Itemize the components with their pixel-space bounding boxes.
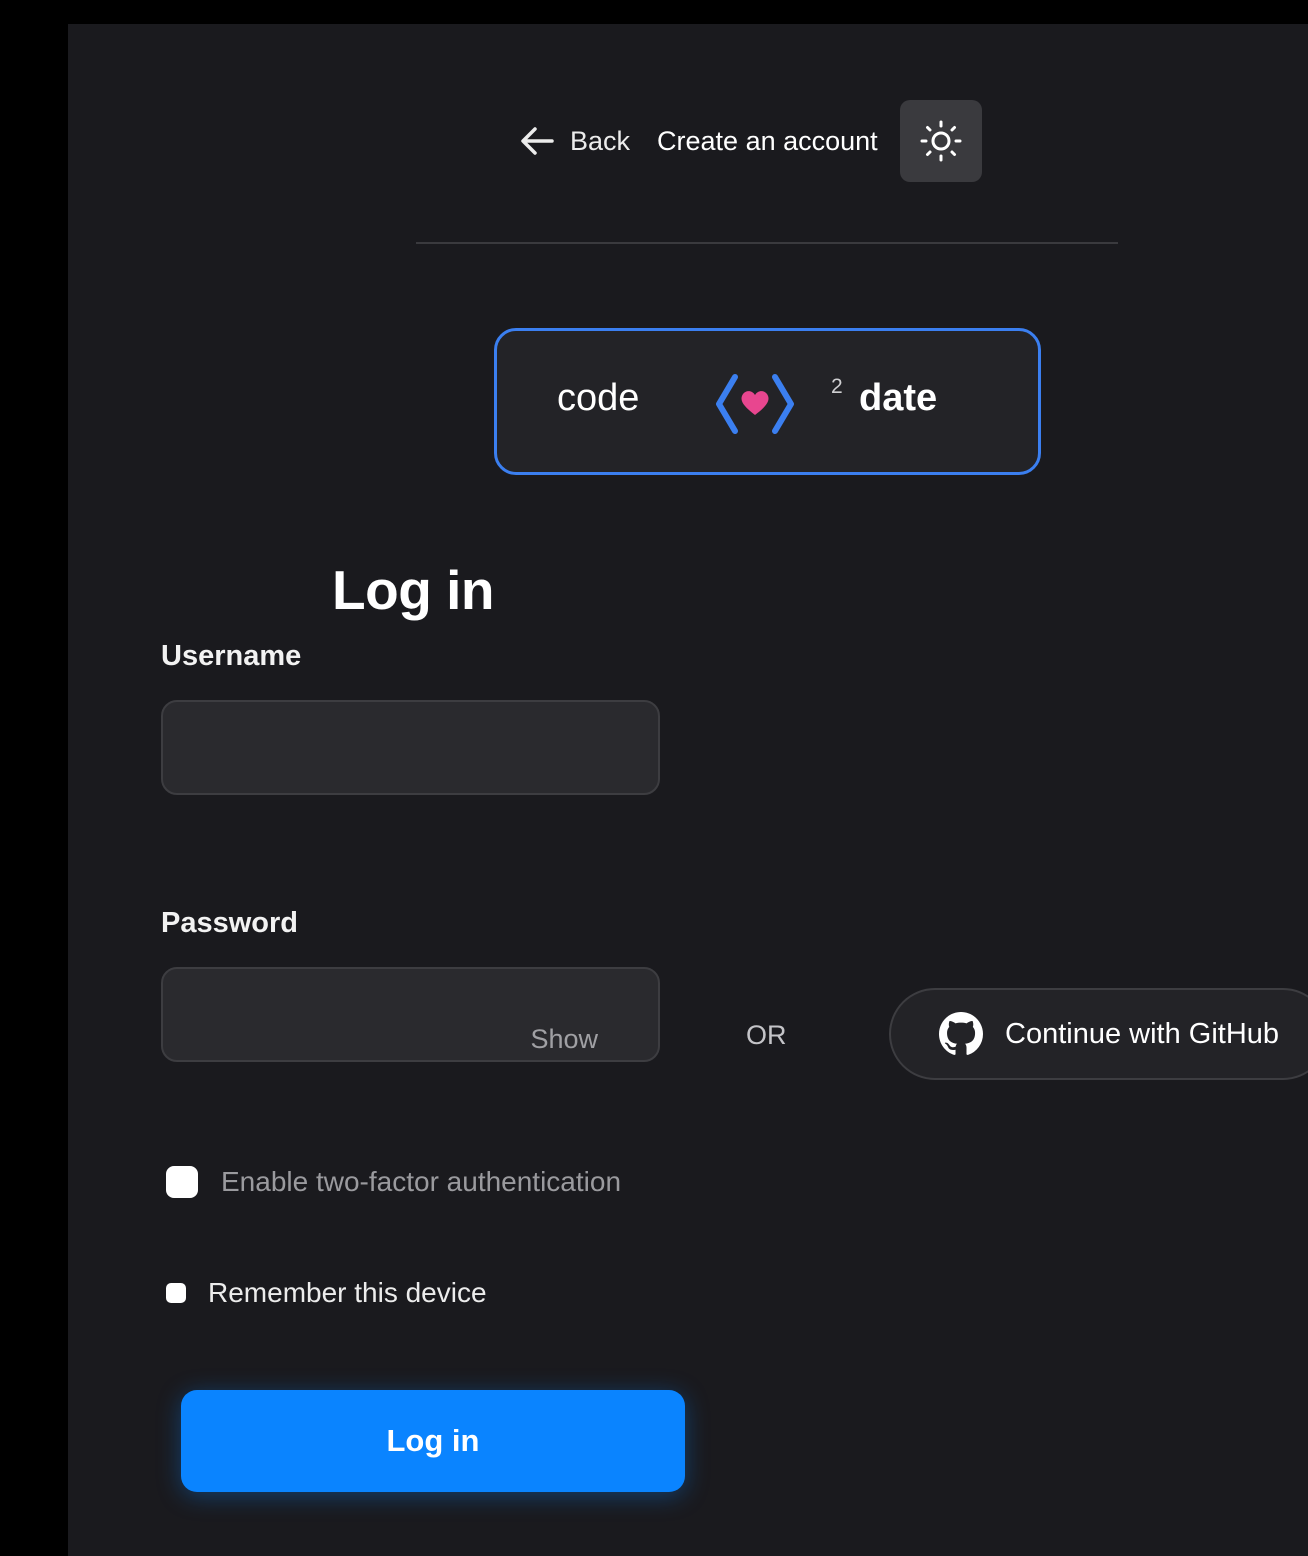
two-factor-label: Enable two-factor authentication — [221, 1166, 622, 1197]
username-label: Username — [161, 640, 302, 672]
github-icon — [939, 1012, 983, 1055]
or-divider: OR — [746, 1020, 787, 1050]
remember-device-option: Remember this device — [166, 1277, 487, 1309]
top-nav: Back Create an account — [520, 100, 982, 182]
page-title: Log in — [332, 559, 494, 621]
github-button-label: Continue with GitHub — [1005, 1017, 1280, 1050]
logo-word-date: date — [859, 377, 938, 419]
brand-logo: code 2 date — [494, 328, 1041, 475]
theme-toggle-button[interactable] — [899, 100, 982, 182]
logo-superscript: 2 — [831, 375, 843, 398]
two-factor-checkbox[interactable] — [166, 1166, 198, 1198]
login-submit-button[interactable]: Log in — [181, 1390, 685, 1492]
sun-icon — [920, 120, 962, 162]
code-heart-icon — [716, 374, 794, 434]
back-link[interactable]: Back — [520, 126, 630, 157]
header-divider — [416, 242, 1118, 244]
two-factor-option: Enable two-factor authentication — [166, 1166, 621, 1198]
arrow-left-icon — [521, 127, 554, 155]
show-password-toggle[interactable]: Show — [530, 1024, 598, 1055]
app-background: Back Create an account code 2 date Log i… — [68, 24, 1308, 1556]
back-label: Back — [570, 125, 631, 156]
remember-device-label: Remember this device — [208, 1277, 487, 1308]
create-account-link[interactable]: Create an account — [657, 126, 878, 157]
password-field-wrapper: Show — [161, 967, 660, 1062]
username-input[interactable] — [163, 702, 658, 793]
login-submit-label: Log in — [386, 1423, 480, 1458]
password-label: Password — [161, 907, 298, 939]
username-field-wrapper — [161, 700, 660, 795]
remember-device-checkbox[interactable] — [166, 1283, 186, 1303]
github-login-button[interactable]: Continue with GitHub — [889, 988, 1308, 1080]
logo-word-code: code — [557, 377, 640, 419]
